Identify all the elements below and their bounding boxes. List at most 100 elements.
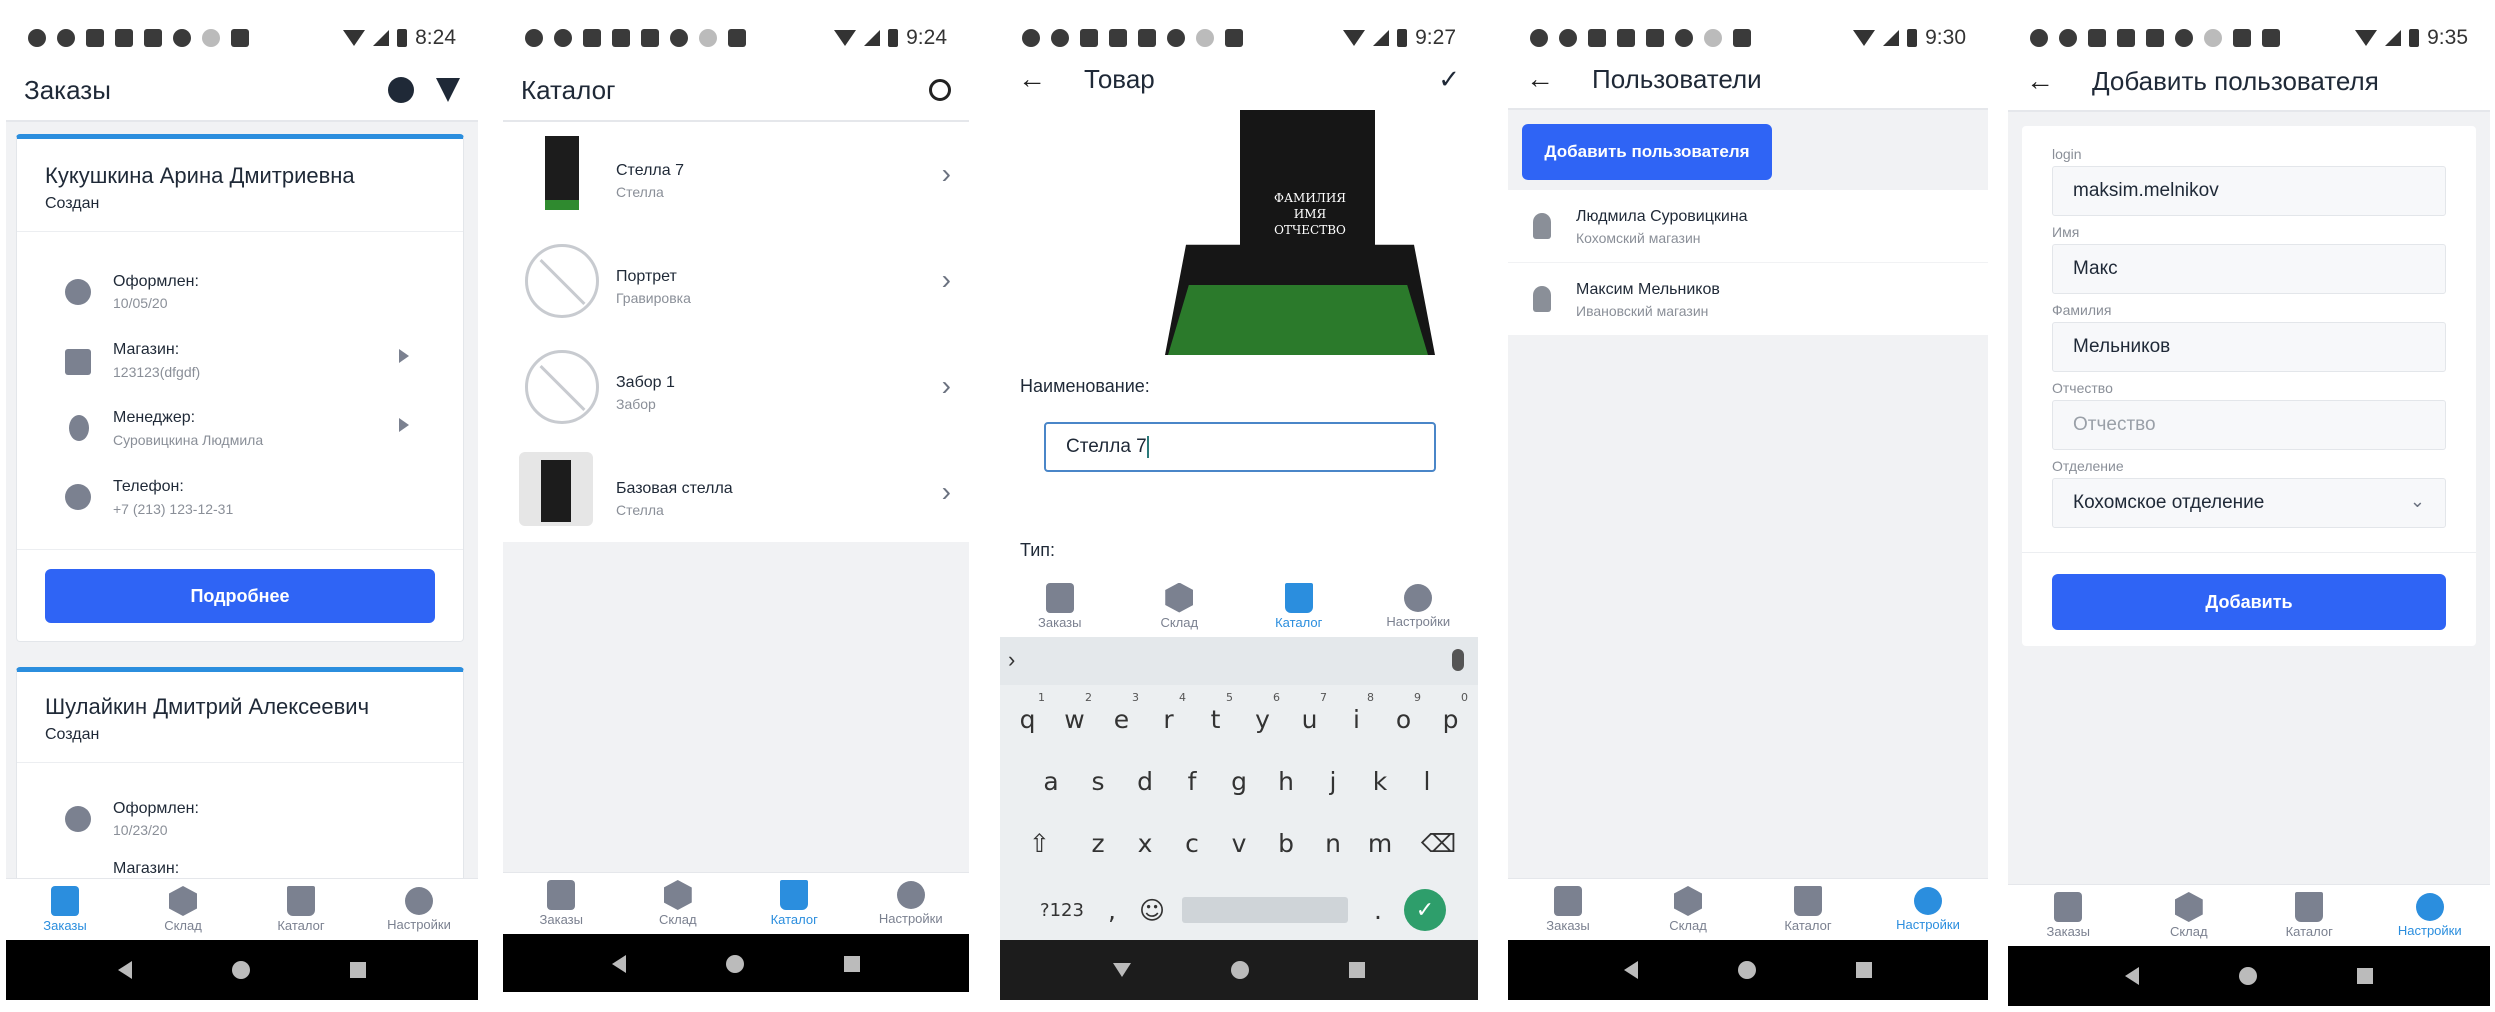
search-icon[interactable] [929,79,951,101]
nav-settings[interactable]: Настройки [853,881,970,926]
home-nav-icon[interactable] [726,955,744,973]
catalog-item[interactable]: Стелла 7 Стелла › [503,130,969,220]
chevron-right-icon: › [941,370,951,401]
checkmark-icon[interactable]: ✓ [1438,64,1460,95]
key-u[interactable]: u7 [1286,691,1333,734]
name-input[interactable]: Макс [2052,244,2446,294]
key-m[interactable]: m [1357,829,1404,858]
nav-catalog[interactable]: Каталог [1239,582,1359,630]
nav-orders[interactable]: Заказы [1000,582,1120,630]
back-nav-icon[interactable] [2125,967,2139,985]
login-input[interactable]: maksim.melnikov [2052,166,2446,216]
catalog-item[interactable]: Портрет Гравировка › [503,236,969,326]
key-f[interactable]: f [1169,767,1216,796]
recents-nav-icon[interactable] [844,956,860,972]
nav-catalog[interactable]: Каталог [242,886,360,933]
key-v[interactable]: v [1216,829,1263,858]
recents-nav-icon[interactable] [2357,968,2373,984]
period-key[interactable]: . [1358,896,1398,925]
nav-settings[interactable]: Настройки [360,887,478,932]
recents-nav-icon[interactable] [350,962,366,978]
back-nav-icon[interactable] [612,955,626,973]
key-e[interactable]: e3 [1098,691,1145,734]
nav-catalog[interactable]: Каталог [1748,886,1868,933]
back-nav-icon[interactable] [1624,961,1638,979]
nav-catalog[interactable]: Каталог [2249,892,2370,939]
key-s[interactable]: s [1075,767,1122,796]
backspace-key[interactable]: ⌫ [1404,829,1474,858]
nav-warehouse[interactable]: Склад [124,886,242,933]
recents-nav-icon[interactable] [1856,962,1872,978]
home-nav-icon[interactable] [1738,961,1756,979]
recents-nav-icon[interactable] [1349,962,1365,978]
key-i[interactable]: i8 [1333,691,1380,734]
nav-orders[interactable]: Заказы [2008,892,2129,939]
key-n[interactable]: n [1310,829,1357,858]
key-p[interactable]: p0 [1427,691,1474,734]
space-key[interactable] [1182,897,1348,923]
user-row[interactable]: Людмила Суровицкина Кохомский магазин [1508,190,1988,262]
emoji-key[interactable]: ☺ [1132,896,1172,925]
key-a[interactable]: a [1028,767,1075,796]
catalog-item[interactable]: Базовая стелла Стелла › [503,448,969,538]
home-nav-icon[interactable] [1231,961,1249,979]
signal-icon [1373,30,1390,46]
shift-key[interactable]: ⇧ [1005,829,1075,858]
symbols-key[interactable]: ?123 [1032,900,1092,921]
key-d[interactable]: d [1122,767,1169,796]
clock-filter-icon[interactable] [388,77,414,103]
key-x[interactable]: x [1122,829,1169,858]
patronymic-input[interactable]: Отчество [2052,400,2446,450]
home-nav-icon[interactable] [232,961,250,979]
signal-icon [373,30,390,46]
back-arrow-icon[interactable]: ← [1018,63,1046,95]
key-z[interactable]: z [1075,829,1122,858]
enter-key[interactable]: ✓ [1404,889,1446,931]
play-arrow-icon[interactable] [399,418,409,432]
department-select[interactable]: Кохомское отделение ⌄ [2052,478,2446,528]
nav-orders[interactable]: Заказы [503,880,620,927]
nav-warehouse[interactable]: Склад [1120,582,1240,630]
submit-button[interactable]: Добавить [2052,574,2446,630]
back-nav-icon[interactable] [118,961,132,979]
microphone-icon[interactable] [1452,649,1464,671]
key-c[interactable]: c [1169,829,1216,858]
key-q[interactable]: q1 [1004,691,1051,734]
key-g[interactable]: g [1216,767,1263,796]
name-input[interactable]: Стелла 7 [1044,422,1436,472]
details-button[interactable]: Подробнее [45,569,435,623]
key-t[interactable]: t5 [1192,691,1239,734]
nav-settings[interactable]: Настройки [1359,583,1479,629]
key-y[interactable]: y6 [1239,691,1286,734]
expand-suggestions-icon[interactable]: › [1008,647,1015,673]
home-nav-icon[interactable] [2239,967,2257,985]
nav-warehouse[interactable]: Склад [620,880,737,927]
catalog-item[interactable]: Забор 1 Забор › [503,342,969,432]
screen-catalog: 9:24 Каталог Стелла 7 Стелла › Портрет Г… [503,0,969,992]
filter-icon[interactable] [436,78,460,102]
key-b[interactable]: b [1263,829,1310,858]
key-k[interactable]: k [1357,767,1404,796]
key-r[interactable]: r4 [1145,691,1192,734]
nav-settings[interactable]: Настройки [1868,887,1988,932]
nav-warehouse[interactable]: Склад [1628,886,1748,933]
nav-catalog[interactable]: Каталог [736,880,853,927]
comma-key[interactable]: , [1092,896,1132,925]
back-arrow-icon[interactable]: ← [1526,63,1554,95]
nav-orders[interactable]: Заказы [1508,886,1628,933]
user-row[interactable]: Максим Мельников Ивановский магазин [1508,263,1988,335]
key-h[interactable]: h [1263,767,1310,796]
key-l[interactable]: l [1404,767,1451,796]
add-user-button[interactable]: Добавить пользователя [1522,124,1772,180]
key-o[interactable]: o9 [1380,691,1427,734]
nav-warehouse[interactable]: Склад [2129,892,2250,939]
surname-input[interactable]: Мельников [2052,322,2446,372]
key-w[interactable]: w2 [1051,691,1098,734]
back-arrow-icon[interactable]: ← [2026,65,2054,97]
nav-settings[interactable]: Настройки [2370,893,2491,938]
wifi-icon [2355,30,2378,46]
nav-orders[interactable]: Заказы [6,886,124,933]
key-j[interactable]: j [1310,767,1357,796]
hide-keyboard-icon[interactable] [1113,963,1131,977]
play-arrow-icon[interactable] [399,349,409,363]
